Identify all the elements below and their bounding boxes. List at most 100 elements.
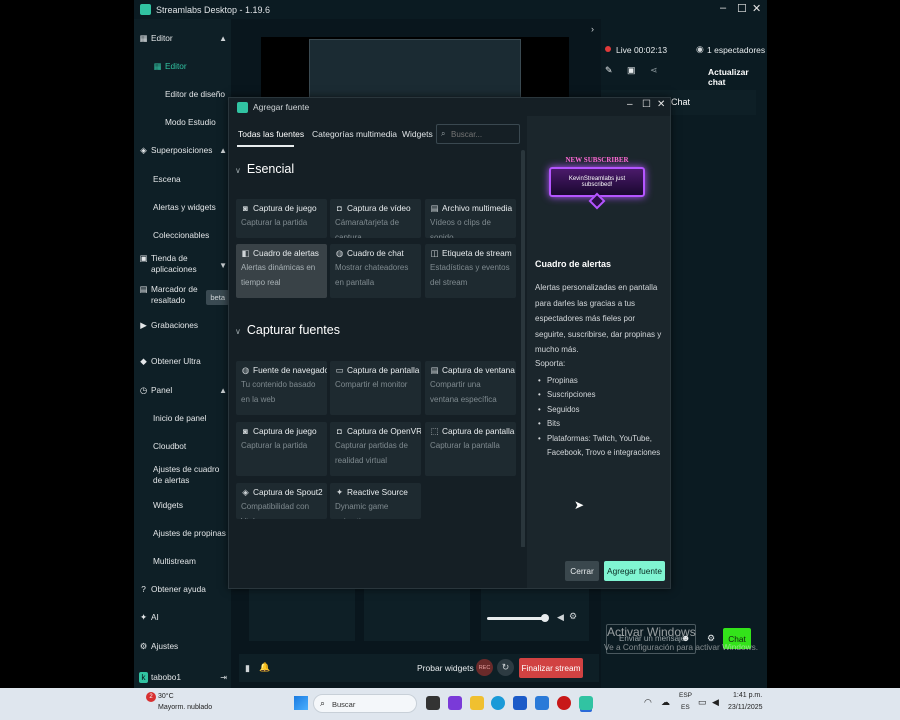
- source-card-reactive-source[interactable]: ✦Reactive SourceDynamic game animation: [330, 483, 421, 519]
- sidebar-item-overlays[interactable]: ◈ Superposiciones ▲: [139, 145, 229, 156]
- language-line2[interactable]: ES: [681, 704, 690, 711]
- sidebar-item-studio-mode[interactable]: Modo Estudio: [165, 117, 231, 128]
- mixer-panel: ◀ ⚙: [481, 589, 589, 641]
- taskbar-search[interactable]: ⌕ Buscar: [313, 694, 417, 713]
- stats-icon[interactable]: ▮: [245, 663, 250, 674]
- streamlabs-logo-icon: [237, 101, 248, 113]
- sidebar-item-tip-settings[interactable]: Ajustes de propinas: [153, 528, 231, 539]
- share-icon[interactable]: ⋖: [650, 65, 658, 76]
- tab-widgets[interactable]: Widgets: [402, 129, 433, 139]
- section-capture-sources[interactable]: ∨ Capturar fuentes: [235, 323, 340, 337]
- dialog-maximize-icon[interactable]: ☐: [642, 99, 651, 110]
- edit-pencil-icon[interactable]: ✎: [605, 65, 613, 76]
- dialog-close-icon[interactable]: ✕: [657, 99, 665, 110]
- source-card-stream-label[interactable]: ◫ Etiqueta de stream Estadísticas y evento…: [425, 244, 516, 298]
- source-card-game-capture-2[interactable]: ◙ Captura de juego Capturar la partida: [236, 422, 327, 476]
- store-icon[interactable]: [513, 696, 527, 710]
- detail-description: Alertas personalizadas en pantalla para …: [535, 283, 662, 354]
- sidebar-item-editor-group[interactable]: ▦ Editor ▲: [139, 33, 229, 44]
- sidebar-item-editor[interactable]: ▦ Editor: [153, 61, 231, 72]
- sidebar-item-panel-home[interactable]: Inicio de panel: [153, 413, 231, 424]
- dialog-minimize-icon[interactable]: –: [627, 99, 633, 110]
- rec-button[interactable]: REC: [476, 659, 493, 676]
- source-card-browser-source[interactable]: ◍ Fuente de navegador Tu contenido basado …: [236, 361, 327, 415]
- task-view-icon[interactable]: [426, 696, 440, 710]
- network-icon[interactable]: ▭: [698, 697, 707, 708]
- source-card-screen-capture[interactable]: ▭ Captura de pantalla Compartir el monitor: [330, 361, 421, 415]
- source-card-media-file[interactable]: ▤ Archivo multimedia Vídeos o clips de son…: [425, 199, 516, 238]
- source-search-input[interactable]: [436, 124, 520, 144]
- banner-title: NEW SUBSCRIBER: [565, 156, 629, 164]
- sidebar-item-cloudbot[interactable]: Cloudbot: [153, 441, 231, 452]
- sidebar-item-recordings[interactable]: ▶ Grabaciones: [139, 320, 229, 331]
- supports-label: Soporta:: [535, 359, 566, 368]
- language-line1[interactable]: ESP: [679, 692, 692, 699]
- store-icon: ▣: [139, 253, 148, 263]
- sidebar-item-help[interactable]: ? Obtener ayuda: [139, 584, 229, 595]
- source-card-video-capture[interactable]: ◘ Captura de vídeo Cámara/tarjeta de captu…: [330, 199, 421, 238]
- tab-media-categories[interactable]: Categorías multimedia: [312, 129, 397, 139]
- onedrive-icon[interactable]: ☁: [661, 697, 670, 708]
- speaker-icon[interactable]: ◀: [557, 612, 564, 623]
- sidebar-item-alerts-widgets[interactable]: Alertas y widgets: [153, 202, 231, 213]
- vr-icon: ◘: [336, 426, 342, 436]
- sidebar-item-scene[interactable]: Escena: [153, 174, 231, 185]
- source-card-game-capture[interactable]: ◙ Captura de juego Capturar la partida: [236, 199, 327, 238]
- section-essential[interactable]: ∨ Esencial: [235, 162, 294, 176]
- sources-scrollbar[interactable]: [521, 150, 525, 548]
- volume-slider[interactable]: [487, 617, 545, 620]
- sidebar: ▦ Editor ▲ ▦ Editor Editor de diseño Modo E…: [134, 19, 231, 688]
- window-title: Streamlabs Desktop - 1.19.6: [156, 4, 271, 15]
- mixer-settings-icon[interactable]: ⚙: [569, 611, 577, 622]
- sidebar-item-get-ultra[interactable]: ◆ Obtener Ultra: [139, 356, 229, 367]
- wifi-icon[interactable]: ◠: [644, 697, 652, 708]
- test-widgets-button[interactable]: Probar widgets: [417, 663, 474, 673]
- highlighter-icon: ▤: [139, 284, 148, 294]
- streamlabs-taskbar-icon[interactable]: [579, 696, 593, 710]
- app-icon[interactable]: [448, 696, 462, 710]
- sidebar-item-widgets[interactable]: Widgets: [153, 500, 231, 511]
- source-card-openvr-capture[interactable]: ◘ Captura de OpenVR Capturar partidas de r…: [330, 422, 421, 476]
- windows-start-icon[interactable]: [294, 696, 308, 710]
- end-stream-button[interactable]: Finalizar stream: [519, 658, 583, 678]
- refresh-chat-button[interactable]: Actualizar chat: [708, 67, 767, 87]
- sidebar-item-panel[interactable]: ◷ Panel ▲: [139, 385, 229, 396]
- source-card-chat-box[interactable]: ◍ Cuadro de chat Mostrar chateadores en pa…: [330, 244, 421, 298]
- sidebar-item-multistream[interactable]: Multistream: [153, 556, 231, 567]
- sidebar-item-alertbox-settings[interactable]: Ajustes de cuadro de alertas: [153, 464, 223, 486]
- volume-slider-handle[interactable]: [541, 614, 549, 622]
- viewer-count: 1 espectadores: [707, 45, 766, 55]
- volume-icon[interactable]: ◀: [712, 697, 719, 708]
- close-icon[interactable]: ✕: [752, 2, 761, 15]
- notification-bell-icon[interactable]: 🔔: [259, 662, 270, 673]
- minimize-icon[interactable]: –: [720, 2, 726, 14]
- sidebar-item-settings[interactable]: ⚙ Ajustes: [139, 641, 229, 652]
- beta-badge: beta: [206, 290, 229, 305]
- sidebar-item-highlighter[interactable]: ▤ Marcador de resaltado beta: [139, 284, 229, 306]
- dialog-titlebar: Agregar fuente: [229, 98, 670, 116]
- settings-icon: ⚙: [139, 641, 148, 651]
- tab-all-sources[interactable]: Todas las fuentes: [238, 129, 304, 139]
- chevron-down-icon: ▼: [219, 261, 227, 270]
- clock-time[interactable]: 1:41 p.m.: [733, 692, 762, 699]
- collapse-chevron-icon[interactable]: ›: [591, 24, 594, 34]
- sidebar-item-ai[interactable]: ✦ AI: [139, 612, 229, 623]
- close-button[interactable]: Cerrar: [565, 561, 599, 581]
- gallery-icon[interactable]: ▣: [627, 65, 636, 76]
- sidebar-item-user[interactable]: k tabobo1 ⇥: [139, 672, 229, 683]
- sidebar-item-app-store[interactable]: ▣ Tienda de aplicaciones ▼: [139, 253, 229, 275]
- sidebar-item-collectibles[interactable]: Coleccionables: [153, 230, 231, 241]
- source-card-spout2-capture[interactable]: ◈Captura de Spout2Compatibilidad con Vtu…: [236, 483, 327, 519]
- source-card-alert-box[interactable]: ◧ Cuadro de alertas Alertas dinámicas en t…: [236, 244, 327, 298]
- file-explorer-icon[interactable]: [470, 696, 484, 710]
- replay-icon[interactable]: ↻: [497, 659, 514, 676]
- source-card-window-capture[interactable]: ▤ Captura de ventana Compartir una ventana…: [425, 361, 516, 415]
- sidebar-item-layout-editor[interactable]: Editor de diseño: [165, 89, 231, 100]
- maximize-icon[interactable]: ☐: [737, 2, 747, 15]
- edge-icon[interactable]: [491, 696, 505, 710]
- clock-date[interactable]: 23/11/2025: [728, 704, 763, 711]
- app-red-icon[interactable]: [557, 696, 571, 710]
- source-card-region-capture[interactable]: ⬚ Captura de pantalla Capturar la pantalla: [425, 422, 516, 476]
- add-source-button[interactable]: Agregar fuente: [604, 561, 665, 581]
- outlook-icon[interactable]: [535, 696, 549, 710]
